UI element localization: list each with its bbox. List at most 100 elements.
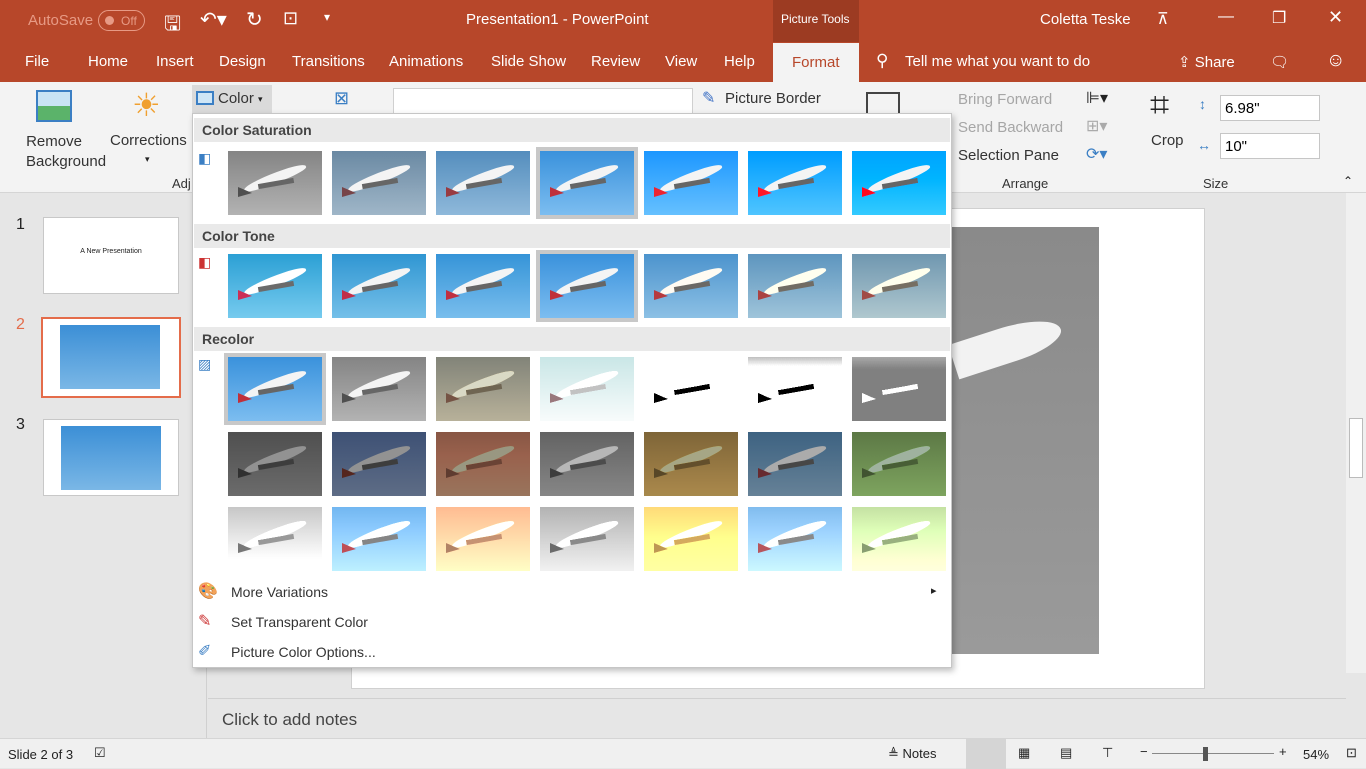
color-variant-tile[interactable]: [748, 151, 842, 215]
color-variant-tile[interactable]: [436, 357, 530, 421]
zoom-slider[interactable]: [1152, 753, 1274, 754]
tab-view[interactable]: View: [665, 53, 697, 70]
notes-placeholder[interactable]: Click to add notes: [222, 710, 357, 730]
autosave-toggle[interactable]: Off: [98, 10, 145, 31]
tab-animations[interactable]: Animations: [389, 53, 463, 70]
color-variant-tile[interactable]: [332, 432, 426, 496]
collapse-ribbon-icon[interactable]: ⌃: [1343, 174, 1353, 188]
comments-icon[interactable]: 🗨: [1270, 53, 1289, 71]
zoom-level[interactable]: 54%: [1303, 747, 1329, 762]
color-variant-tile[interactable]: [540, 507, 634, 571]
selected-picture[interactable]: [948, 227, 1099, 654]
user-name[interactable]: Coletta Teske: [1040, 11, 1131, 28]
start-slideshow-icon[interactable]: ⊡: [283, 8, 298, 29]
color-variant-tile[interactable]: [228, 507, 322, 571]
slide-thumbnail-1[interactable]: A New Presentation: [43, 217, 179, 294]
notes-button[interactable]: ≜ Notes: [888, 746, 936, 762]
save-icon[interactable]: 🖫: [164, 9, 181, 43]
zoom-in-button[interactable]: +: [1279, 744, 1287, 759]
tab-slide-show[interactable]: Slide Show: [491, 53, 566, 70]
fit-to-window-icon[interactable]: ⊡: [1346, 745, 1357, 761]
color-variant-tile[interactable]: [748, 357, 842, 421]
color-variant-tile[interactable]: [332, 507, 426, 571]
color-variant-tile[interactable]: [228, 432, 322, 496]
vertical-scrollbar[interactable]: [1346, 193, 1366, 673]
color-variant-tile[interactable]: [644, 507, 738, 571]
height-input[interactable]: [1220, 95, 1320, 121]
slideshow-view-icon[interactable]: ⊤: [1102, 745, 1113, 761]
width-input[interactable]: [1220, 133, 1320, 159]
color-variant-tile[interactable]: [436, 254, 530, 318]
slide-thumbnail-2[interactable]: [41, 317, 181, 398]
color-variant-tile[interactable]: [332, 357, 426, 421]
picture-color-options-item[interactable]: Picture Color Options...: [231, 644, 376, 660]
color-variant-tile[interactable]: [436, 507, 530, 571]
tab-review[interactable]: Review: [591, 53, 640, 70]
share-button[interactable]: ⇪ Share: [1178, 53, 1235, 71]
redo-icon[interactable]: ↻: [246, 7, 263, 32]
color-variant-tile[interactable]: [228, 254, 322, 318]
color-variant-tile[interactable]: [436, 151, 530, 215]
color-variant-tile[interactable]: [748, 432, 842, 496]
color-variant-tile[interactable]: [436, 432, 530, 496]
color-variant-tile[interactable]: [852, 151, 946, 215]
minimize-icon[interactable]: —: [1218, 8, 1234, 26]
tell-me-input[interactable]: Tell me what you want to do: [905, 53, 1090, 70]
tab-design[interactable]: Design: [219, 53, 266, 70]
color-variant-tile[interactable]: [332, 254, 426, 318]
close-icon[interactable]: ✕: [1328, 7, 1343, 28]
tab-home[interactable]: Home: [88, 53, 128, 70]
notes-pane[interactable]: Click to add notes: [208, 698, 1346, 738]
color-variant-tile[interactable]: [748, 254, 842, 318]
tab-file[interactable]: File: [25, 53, 49, 70]
reading-view-icon[interactable]: ▤: [1060, 745, 1072, 761]
color-variant-tile[interactable]: [644, 254, 738, 318]
color-variant-tile[interactable]: [536, 147, 638, 219]
zoom-out-button[interactable]: −: [1140, 744, 1148, 759]
zoom-slider-thumb[interactable]: [1202, 747, 1208, 761]
remove-background-button[interactable]: Remove Background: [26, 132, 106, 172]
feedback-smiley-icon[interactable]: ☺: [1326, 50, 1345, 72]
tab-format[interactable]: Format: [773, 43, 859, 83]
bring-forward-button[interactable]: Bring Forward: [958, 91, 1052, 108]
color-variant-tile[interactable]: [332, 151, 426, 215]
selection-pane-button[interactable]: Selection Pane: [958, 147, 1059, 164]
color-variant-tile[interactable]: [540, 357, 634, 421]
remove-background-icon[interactable]: [36, 90, 72, 122]
color-variant-tile[interactable]: [852, 432, 946, 496]
crop-button[interactable]: Crop: [1151, 132, 1184, 149]
color-variant-tile[interactable]: [644, 432, 738, 496]
undo-icon[interactable]: ↶▾: [200, 7, 227, 32]
tab-transitions[interactable]: Transitions: [292, 53, 365, 70]
maximize-icon[interactable]: ❐: [1272, 8, 1286, 28]
color-variant-tile[interactable]: [536, 250, 638, 322]
tab-help[interactable]: Help: [724, 53, 755, 70]
set-transparent-color-item[interactable]: Set Transparent Color: [231, 614, 368, 630]
compress-pictures-icon[interactable]: ⊠: [334, 88, 349, 109]
corrections-button[interactable]: Corrections: [110, 132, 187, 149]
slide-thumbnail-3[interactable]: [43, 419, 179, 496]
customize-toolbar-icon[interactable]: ▾: [324, 10, 330, 24]
picture-border-button[interactable]: Picture Border: [725, 90, 821, 107]
tab-insert[interactable]: Insert: [156, 53, 194, 70]
color-variant-tile[interactable]: [852, 254, 946, 318]
normal-view-button[interactable]: [966, 739, 1006, 769]
color-variant-tile[interactable]: [644, 357, 738, 421]
send-backward-button[interactable]: Send Backward: [958, 119, 1063, 136]
slide-sorter-icon[interactable]: ▦: [1018, 745, 1030, 761]
crop-icon[interactable]: ⌗: [1150, 86, 1169, 125]
color-variant-tile[interactable]: [224, 353, 326, 425]
color-variant-tile[interactable]: [748, 507, 842, 571]
color-variant-tile[interactable]: [852, 507, 946, 571]
color-variant-tile[interactable]: [644, 151, 738, 215]
align-icon[interactable]: ⊫▾: [1086, 88, 1108, 108]
more-variations-item[interactable]: More Variations: [231, 584, 328, 600]
rotate-icon[interactable]: ⟳▾: [1086, 144, 1107, 164]
spell-check-icon[interactable]: ☑: [94, 745, 106, 761]
ribbon-display-icon[interactable]: ⊼: [1157, 9, 1169, 29]
color-variant-tile[interactable]: [852, 357, 946, 421]
color-button[interactable]: Color ▾: [192, 85, 272, 113]
color-variant-tile[interactable]: [540, 432, 634, 496]
color-variant-tile[interactable]: [228, 151, 322, 215]
group-icon[interactable]: ⊞▾: [1086, 116, 1107, 136]
